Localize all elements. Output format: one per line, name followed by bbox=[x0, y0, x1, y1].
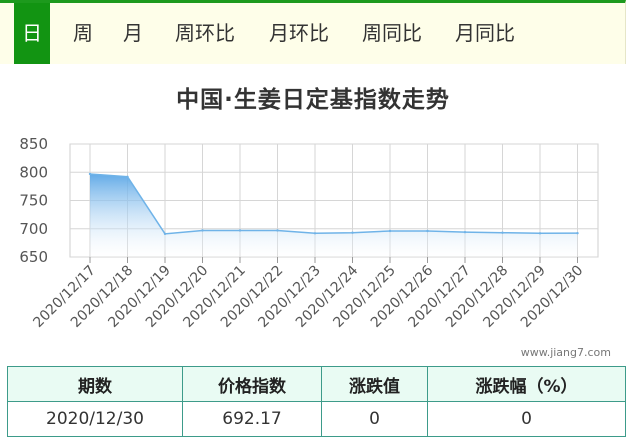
index-trend-chart: 650 700 750 800 850 2020/12/172020/12/182020… bbox=[19, 135, 599, 331]
cell-period: 2020/12/30 bbox=[7, 401, 183, 437]
data-point bbox=[276, 229, 279, 232]
table-row: 2020/12/30 692.17 0 0 bbox=[7, 401, 626, 437]
data-point bbox=[388, 229, 392, 233]
cell-change-value: 0 bbox=[321, 401, 428, 437]
series-line bbox=[89, 173, 578, 235]
data-point bbox=[501, 231, 504, 234]
series-index bbox=[88, 172, 579, 257]
site-watermark: www.jiang7.com bbox=[520, 346, 611, 359]
y-axis: 650 700 750 800 850 bbox=[19, 135, 48, 266]
y-tick-label: 800 bbox=[19, 163, 48, 181]
cell-price-index: 692.17 bbox=[182, 401, 322, 437]
table-header-row: 期数 价格指数 涨跌值 涨跌幅（%） bbox=[7, 366, 626, 402]
col-price-index: 价格指数 bbox=[182, 366, 322, 402]
series-area bbox=[90, 173, 578, 257]
data-point bbox=[313, 232, 317, 235]
index-summary-table: 期数 价格指数 涨跌值 涨跌幅（%） 2020/12/30 692.17 0 0 bbox=[7, 366, 626, 437]
data-point bbox=[351, 231, 354, 234]
data-point bbox=[463, 230, 467, 234]
y-tick-label: 700 bbox=[19, 220, 48, 238]
y-tick-label: 650 bbox=[19, 248, 48, 266]
col-change-rate: 涨跌幅（%） bbox=[427, 366, 626, 402]
data-point bbox=[163, 232, 167, 236]
data-point bbox=[576, 231, 579, 235]
col-change-value: 涨跌值 bbox=[321, 366, 428, 402]
y-tick-label: 750 bbox=[19, 192, 48, 210]
data-point bbox=[426, 229, 429, 233]
cell-change-rate: 0 bbox=[427, 401, 626, 437]
x-axis: 2020/12/172020/12/182020/12/192020/12/20… bbox=[30, 257, 586, 331]
data-point bbox=[538, 232, 542, 235]
data-point bbox=[126, 175, 129, 178]
data-point bbox=[88, 172, 92, 176]
data-point bbox=[201, 229, 204, 232]
col-period: 期数 bbox=[7, 366, 183, 402]
y-tick-label: 850 bbox=[19, 135, 48, 153]
data-point bbox=[238, 229, 242, 232]
